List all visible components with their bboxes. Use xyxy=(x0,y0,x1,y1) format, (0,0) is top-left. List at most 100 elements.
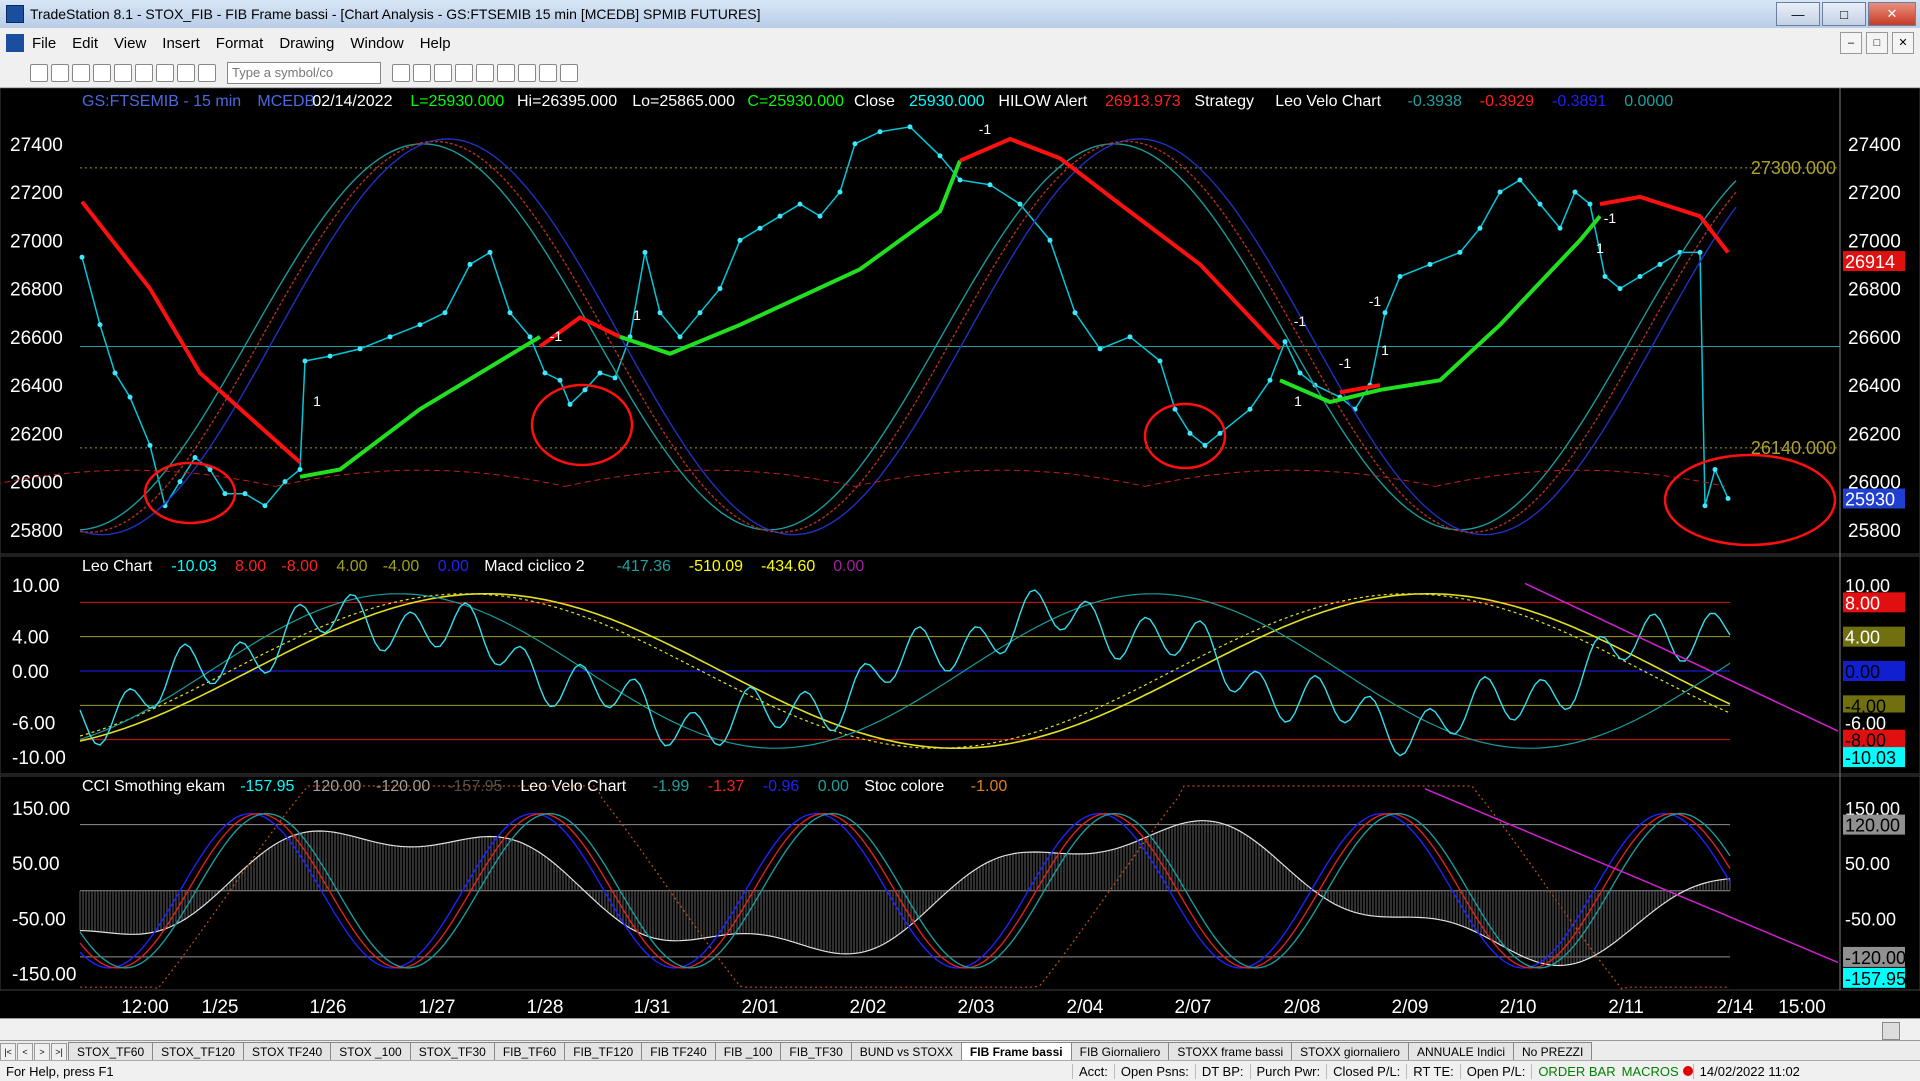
p2-right-label-7: -10.03 xyxy=(1845,748,1896,768)
order-bar-label[interactable]: ORDER BAR xyxy=(1531,1063,1621,1079)
tab-15[interactable]: ANNUALE Indici xyxy=(1407,1042,1514,1061)
zoom-in-icon[interactable] xyxy=(392,63,410,82)
chart-svg[interactable]: GS:FTSEMIB - 15 min MCEDB02/14/2022 L=2593… xyxy=(0,87,1920,1018)
tab-5[interactable]: FIB_TF60 xyxy=(493,1042,566,1061)
price-point xyxy=(1637,274,1643,279)
close-button[interactable]: ✕ xyxy=(1868,2,1916,26)
status-closed-pl: Closed P/L: xyxy=(1326,1063,1406,1079)
signal-marker-10: -1 xyxy=(1294,313,1307,329)
tab-2[interactable]: STOX TF240 xyxy=(242,1042,332,1061)
ellipse-icon[interactable] xyxy=(518,63,536,82)
panel1-header-16: 0.0000 xyxy=(1624,93,1673,110)
signal-marker-8: -1 xyxy=(1369,293,1382,309)
tab-first-icon[interactable]: |< xyxy=(0,1043,16,1061)
new-icon[interactable] xyxy=(30,63,48,82)
menu-window[interactable]: Window xyxy=(342,35,411,52)
chart-analysis-window[interactable]: GS:FTSEMIB - 15 min MCEDB 02/14/2022 L=2593… xyxy=(0,87,1920,1018)
tab-1[interactable]: STOX_TF120 xyxy=(152,1042,244,1061)
price-point xyxy=(1427,261,1433,267)
tab-12[interactable]: FIB Giornaliero xyxy=(1070,1042,1170,1061)
status-dt-bp: DT BP: xyxy=(1194,1063,1250,1079)
tab-0[interactable]: STOX_TF60 xyxy=(68,1042,154,1061)
lock-icon[interactable] xyxy=(114,63,132,82)
maximize-button[interactable]: □ xyxy=(1822,2,1866,26)
trendline-icon[interactable] xyxy=(455,63,473,82)
paste-icon[interactable] xyxy=(177,63,195,82)
price-point xyxy=(1617,286,1623,292)
tab-4[interactable]: STOX_TF30 xyxy=(409,1042,495,1061)
title-bar: TradeStation 8.1 - STOX_FIB - FIB Frame … xyxy=(0,0,1920,28)
price-point xyxy=(1127,334,1133,340)
panel2-header-3: -8.00 xyxy=(281,558,318,575)
menu-help[interactable]: Help xyxy=(412,35,459,52)
panel1-header-10: 26913.973 xyxy=(1105,93,1181,110)
panel2-header-2: 8.00 xyxy=(235,558,266,575)
menu-edit[interactable]: Edit xyxy=(64,35,106,52)
mdi-restore-button[interactable]: □ xyxy=(1866,32,1888,54)
p2-ytick-left-3: -6.00 xyxy=(12,714,55,735)
p1-ytick-left-6: 26200 xyxy=(10,424,63,445)
tab-13[interactable]: STOXX frame bassi xyxy=(1168,1042,1293,1061)
tab-3[interactable]: STOX _100 xyxy=(330,1042,411,1061)
tab-11[interactable]: FIB Frame bassi xyxy=(960,1042,1072,1061)
print-icon[interactable] xyxy=(93,63,111,82)
tab-10[interactable]: BUND vs STOXX xyxy=(850,1042,962,1061)
menu-insert[interactable]: Insert xyxy=(154,35,208,52)
scroll-thumb[interactable] xyxy=(1882,1022,1900,1040)
tab-9[interactable]: FIB_TF30 xyxy=(780,1042,852,1061)
fibonacci-icon[interactable] xyxy=(476,63,494,82)
tab-16[interactable]: No PREZZI xyxy=(1513,1042,1593,1061)
menu-format[interactable]: Format xyxy=(208,35,272,52)
menu-view[interactable]: View xyxy=(106,35,154,52)
p1-ytick-left-8: 25800 xyxy=(10,521,63,542)
rectangle-icon[interactable] xyxy=(539,63,557,82)
link-icon[interactable] xyxy=(198,63,216,82)
p1-right-label-1: 25930 xyxy=(1845,490,1895,510)
xaxis-label-3: 1/27 xyxy=(419,997,456,1018)
panel1-header-15: -0.3891 xyxy=(1552,93,1606,110)
panel1-header-6: C=25930.000 xyxy=(747,93,844,110)
minimize-button[interactable]: — xyxy=(1776,2,1820,26)
price-point xyxy=(1172,406,1178,412)
p1-ytick-right-2: 27000 xyxy=(1848,231,1901,252)
p2-ytick-left-2: 0.00 xyxy=(12,662,49,683)
tab-prev-icon[interactable]: < xyxy=(17,1043,33,1061)
price-point xyxy=(1397,274,1403,279)
tab-last-icon[interactable]: >| xyxy=(51,1043,67,1061)
menu-drawing[interactable]: Drawing xyxy=(271,35,342,52)
cut-icon[interactable] xyxy=(135,63,153,82)
tab-14[interactable]: STOXX giornaliero xyxy=(1291,1042,1409,1061)
tab-6[interactable]: FIB_TF120 xyxy=(564,1042,643,1061)
price-point xyxy=(1202,442,1208,448)
price-point xyxy=(1497,189,1503,195)
status-bar: For Help, press F1 Acct: Open Psns: DT B… xyxy=(0,1060,1920,1081)
mdi-close-button[interactable]: ✕ xyxy=(1892,32,1914,54)
text-icon[interactable] xyxy=(560,63,578,82)
panel2-header-0: Leo Chart xyxy=(82,558,153,575)
horizontal-line-icon[interactable] xyxy=(497,63,515,82)
symbol-input[interactable]: Type a symbol/co xyxy=(227,61,381,84)
p1-ytick-right-0: 27400 xyxy=(1848,135,1901,156)
tab-7[interactable]: FIB TF240 xyxy=(641,1042,716,1061)
p1-ytick-left-3: 26800 xyxy=(10,280,63,301)
copy-icon[interactable] xyxy=(156,63,174,82)
xaxis-label-1: 1/25 xyxy=(202,997,239,1018)
price-point xyxy=(1017,201,1023,207)
tab-next-icon[interactable]: > xyxy=(34,1043,50,1061)
zoom-out-icon[interactable] xyxy=(413,63,431,82)
macros-label[interactable]: MACROS xyxy=(1622,1064,1683,1079)
price-point xyxy=(487,249,493,255)
tab-8[interactable]: FIB _100 xyxy=(714,1042,782,1061)
xaxis-label-16: 15:00 xyxy=(1778,997,1826,1018)
price-point xyxy=(597,370,603,376)
open-icon[interactable] xyxy=(51,63,69,82)
horizontal-scrollbar[interactable] xyxy=(0,1018,1920,1041)
menu-file[interactable]: File xyxy=(24,35,64,52)
p3-right-label-3: -50.00 xyxy=(1845,909,1896,929)
cursor-icon[interactable] xyxy=(434,63,452,82)
mdi-minimize-button[interactable]: – xyxy=(1840,32,1862,54)
price-point xyxy=(852,141,858,147)
document-icon[interactable] xyxy=(6,34,24,52)
save-icon[interactable] xyxy=(72,63,90,82)
price-point xyxy=(387,334,393,340)
